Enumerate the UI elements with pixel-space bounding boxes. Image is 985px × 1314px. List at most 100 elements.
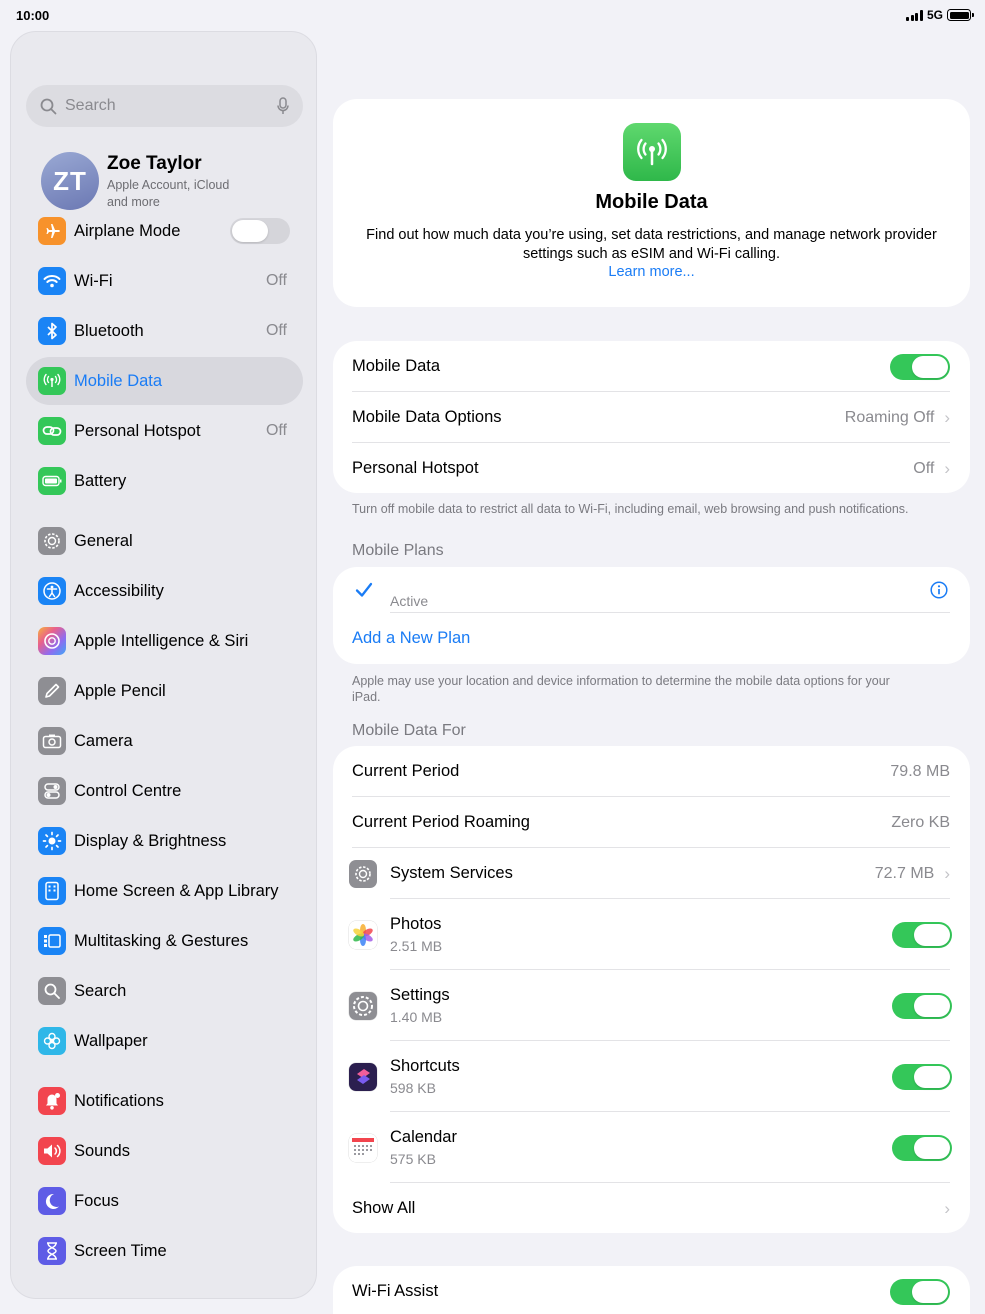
sidebar-item-label: Apple Intelligence & Siri bbox=[74, 631, 249, 650]
sidebar-item-wallpaper[interactable]: Wallpaper bbox=[26, 1017, 303, 1065]
sidebar-item-airplane-mode[interactable]: Airplane Mode bbox=[26, 207, 303, 255]
sidebar-item-battery[interactable]: Battery bbox=[26, 457, 303, 505]
sidebar-item-bluetooth[interactable]: Bluetooth Off bbox=[26, 307, 303, 355]
sidebar-item-label: Search bbox=[74, 981, 127, 1000]
system-services-row[interactable]: System Services 72.7 MB › bbox=[333, 848, 970, 899]
sidebar-item-label: Airplane Mode bbox=[74, 221, 181, 240]
personal-hotspot-row[interactable]: Personal Hotspot Off › bbox=[333, 443, 970, 493]
learn-more-link[interactable]: Learn more... bbox=[333, 264, 970, 280]
sidebar-item-label: Mobile Data bbox=[74, 371, 163, 390]
sidebar-item-general[interactable]: General bbox=[26, 517, 303, 565]
sidebar-item-camera[interactable]: Camera bbox=[26, 717, 303, 765]
sidebar-item-display-brightness[interactable]: Display & Brightness bbox=[26, 817, 303, 865]
wifi-assist-toggle[interactable] bbox=[890, 1278, 950, 1305]
settings-sidebar: Search ZT Zoe Taylor Apple Account, iClo… bbox=[10, 31, 317, 1299]
sidebar-item-sounds[interactable]: Sounds bbox=[26, 1127, 303, 1175]
search-input[interactable]: Search bbox=[26, 85, 303, 127]
sidebar-item-label: Personal Hotspot bbox=[74, 421, 201, 440]
sidebar-item-label: Focus bbox=[74, 1191, 119, 1210]
sidebar-item-focus[interactable]: Focus bbox=[26, 1177, 303, 1225]
app-data-size: 1.40 MB bbox=[390, 1009, 443, 1025]
airplane-mode-toggle[interactable] bbox=[230, 218, 290, 244]
sidebar-item-label: General bbox=[74, 531, 133, 550]
sidebar-item-label: Battery bbox=[74, 471, 127, 490]
battery-icon bbox=[38, 467, 66, 495]
account-profile[interactable]: ZT Zoe Taylor Apple Account, iCloud and … bbox=[41, 152, 247, 211]
mobile-data-options-row[interactable]: Mobile Data Options Roaming Off › bbox=[333, 392, 970, 443]
mobile-data-options-value: Roaming Off bbox=[844, 408, 935, 426]
app-data-size: 598 KB bbox=[390, 1080, 436, 1096]
sidebar-item-mobile-data[interactable]: Mobile Data bbox=[26, 357, 303, 405]
info-icon[interactable] bbox=[930, 581, 948, 599]
search-icon bbox=[38, 977, 66, 1005]
mobile-data-header-card: Mobile Data Find out how much data you’r… bbox=[333, 99, 970, 307]
sidebar-item-apple-pencil[interactable]: Apple Pencil bbox=[26, 667, 303, 715]
gear-icon bbox=[349, 859, 377, 888]
app-data-size: 575 KB bbox=[390, 1151, 436, 1167]
sidebar-item-accessibility[interactable]: Accessibility bbox=[26, 567, 303, 615]
show-all-row[interactable]: Show All › bbox=[333, 1183, 970, 1233]
mobile-data-footer: Turn off mobile data to restrict all dat… bbox=[352, 502, 909, 516]
active-plan-row[interactable]: Active bbox=[333, 567, 970, 613]
sidebar-item-value: Off bbox=[265, 322, 287, 339]
sidebar-item-label: Screen Time bbox=[74, 1241, 167, 1260]
network-type: 5G bbox=[926, 8, 943, 22]
app-mobile-data-toggle[interactable] bbox=[892, 1063, 952, 1090]
avatar: ZT bbox=[41, 152, 99, 210]
sidebar-item-value: Off bbox=[265, 272, 287, 289]
mobile-data-toggle[interactable] bbox=[890, 353, 950, 380]
show-all-label: Show All bbox=[352, 1199, 416, 1217]
settings-icon bbox=[349, 991, 377, 1020]
profile-subtitle: Apple Account, iCloud and more bbox=[107, 178, 230, 209]
shortcuts-icon bbox=[349, 1062, 377, 1091]
app-data-size: 2.51 MB bbox=[390, 938, 443, 954]
battery-status-icon bbox=[947, 9, 974, 21]
current-period-roaming-row: Current Period Roaming Zero KB bbox=[333, 797, 970, 848]
sidebar-item-label: Bluetooth bbox=[74, 321, 144, 340]
hotspot-icon bbox=[38, 417, 66, 445]
moon-icon bbox=[38, 1187, 66, 1215]
sidebar-item-screen-time[interactable]: Screen Time bbox=[26, 1227, 303, 1275]
personal-hotspot-value: Off bbox=[913, 459, 935, 477]
sidebar-item-notifications[interactable]: Notifications bbox=[26, 1077, 303, 1125]
sidebar-item-wi-fi[interactable]: Wi-Fi Off bbox=[26, 257, 303, 305]
wifi-assist-label: Wi-Fi Assist bbox=[352, 1282, 439, 1300]
bluetooth-icon bbox=[38, 317, 66, 345]
mobile-data-settings-group: Mobile Data Mobile Data Options Roaming … bbox=[333, 341, 970, 493]
pencil-icon bbox=[38, 677, 66, 705]
wifi-icon bbox=[38, 267, 66, 295]
siri-icon bbox=[38, 627, 66, 655]
app-name: Photos bbox=[390, 915, 442, 933]
app-mobile-data-toggle[interactable] bbox=[892, 992, 952, 1019]
hourglass-icon bbox=[38, 1237, 66, 1265]
sidebar-item-multitasking-gestures[interactable]: Multitasking & Gestures bbox=[26, 917, 303, 965]
app-name: Settings bbox=[390, 986, 450, 1004]
chevron-right-icon: › bbox=[944, 458, 950, 478]
sidebar-item-label: Control Centre bbox=[74, 781, 182, 800]
chevron-right-icon: › bbox=[944, 1198, 950, 1218]
sidebar-item-home-screen-app-library[interactable]: Home Screen & App Library bbox=[26, 867, 303, 915]
microphone-icon[interactable] bbox=[277, 97, 289, 115]
multitasking-icon bbox=[38, 927, 66, 955]
chevron-right-icon: › bbox=[944, 863, 950, 883]
home-screen-icon bbox=[38, 877, 66, 905]
sidebar-item-apple-intelligence-siri[interactable]: Apple Intelligence & Siri bbox=[26, 617, 303, 665]
signal-icon bbox=[906, 9, 923, 21]
app-usage-row-calendar: Calendar 575 KB bbox=[333, 1112, 970, 1183]
plans-footer: Apple may use your location and device i… bbox=[352, 674, 890, 704]
sidebar-item-label: Sounds bbox=[74, 1141, 130, 1160]
app-mobile-data-toggle[interactable] bbox=[892, 921, 952, 948]
sidebar-item-label: Home Screen & App Library bbox=[74, 881, 279, 900]
airplane-icon bbox=[38, 217, 66, 245]
sidebar-item-search[interactable]: Search bbox=[26, 967, 303, 1015]
app-mobile-data-toggle[interactable] bbox=[892, 1134, 952, 1161]
add-new-plan-button[interactable]: Add a New Plan bbox=[333, 613, 970, 664]
wifi-assist-group: Wi-Fi Assist bbox=[333, 1266, 970, 1314]
current-period-roaming-label: Current Period Roaming bbox=[352, 813, 530, 831]
sidebar-item-label: Multitasking & Gestures bbox=[74, 931, 249, 950]
sidebar-item-personal-hotspot[interactable]: Personal Hotspot Off bbox=[26, 407, 303, 455]
status-time: 10:00 bbox=[16, 8, 50, 23]
sidebar-item-control-centre[interactable]: Control Centre bbox=[26, 767, 303, 815]
current-period-label: Current Period bbox=[352, 762, 460, 780]
accessibility-icon bbox=[38, 577, 66, 605]
